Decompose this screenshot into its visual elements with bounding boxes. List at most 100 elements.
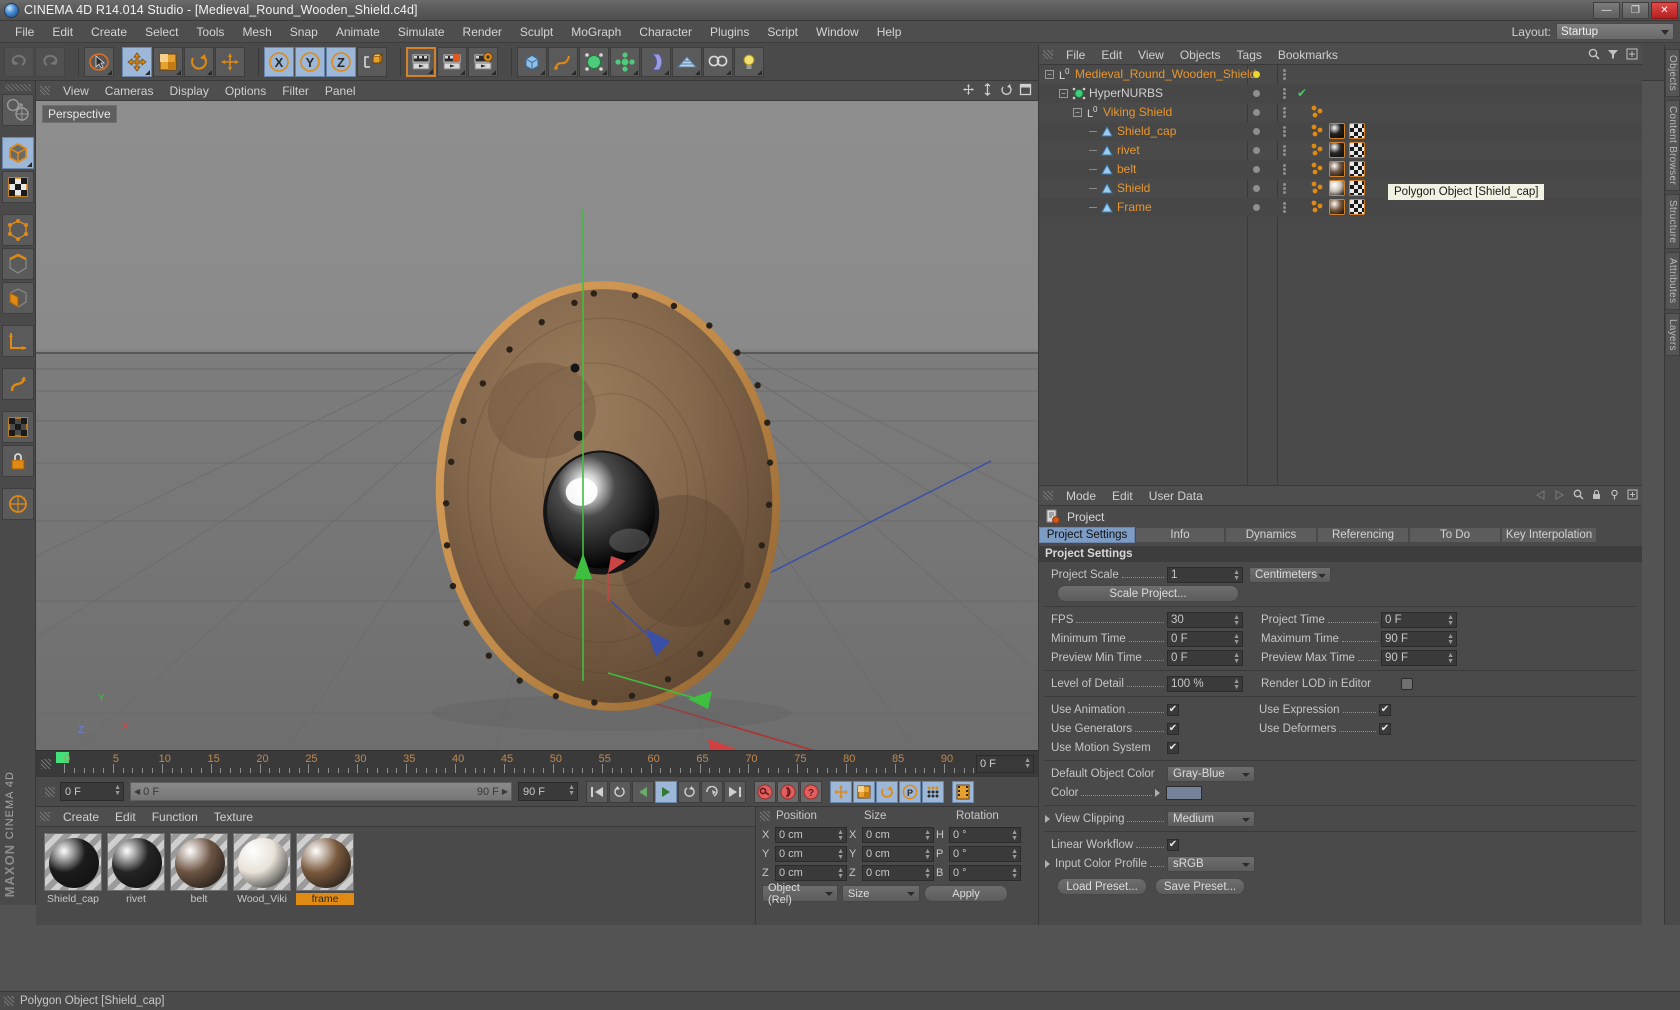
spinner-icon[interactable]: ▲ ▼ xyxy=(1233,569,1240,582)
move-axis-button[interactable] xyxy=(215,46,245,77)
camera-button[interactable] xyxy=(703,46,733,77)
expand-triangle-icon[interactable] xyxy=(1045,814,1050,823)
workplane-button[interactable] xyxy=(1,488,34,520)
go-to-next-key-button[interactable] xyxy=(678,780,700,803)
spinner-icon[interactable]: ▲ ▼ xyxy=(1011,867,1018,880)
spinner-icon[interactable]: ▲ ▼ xyxy=(1233,678,1240,691)
object-tree-row[interactable]: − L 0 Medieval_Round_Wooden_Shield xyxy=(1039,65,1642,84)
animation-mode-button[interactable] xyxy=(952,780,974,803)
uvw-tag-icon[interactable] xyxy=(1349,161,1365,177)
scale-project-button[interactable]: Scale Project... xyxy=(1057,585,1239,602)
tag-dots-icon[interactable] xyxy=(1311,200,1325,215)
coord-position-input[interactable]: 0 cm ▲ ▼ xyxy=(775,864,847,881)
render-region-button[interactable] xyxy=(437,46,467,77)
tree-expander[interactable]: − xyxy=(1045,70,1054,79)
expand-triangle-icon[interactable] xyxy=(1045,859,1050,868)
render-view-button[interactable] xyxy=(406,46,436,77)
viewport-3d-canvas[interactable]: Perspective Y X Z xyxy=(36,101,1038,750)
world-object-coordinate-button[interactable] xyxy=(357,46,387,77)
go-to-end-button[interactable] xyxy=(724,780,746,803)
spinner-icon[interactable]: ▲ ▼ xyxy=(924,829,931,842)
input-color-profile-dropdown[interactable]: sRGB xyxy=(1167,855,1255,872)
coord-size-input[interactable]: 0 cm ▲ ▼ xyxy=(862,826,934,843)
object-tree-row[interactable]: belt xyxy=(1039,160,1642,179)
axis-mode-button[interactable] xyxy=(1,325,34,357)
material-menu-create[interactable]: Create xyxy=(55,809,107,825)
spinner-icon[interactable]: ▲ ▼ xyxy=(1447,614,1454,627)
menu-script[interactable]: Script xyxy=(758,23,807,41)
tab-dynamics[interactable]: Dynamics xyxy=(1225,527,1317,543)
use-expression-checkbox[interactable]: ✔ xyxy=(1379,703,1391,716)
material-tag-icon[interactable] xyxy=(1329,161,1345,177)
object-tree-row[interactable]: − HyperNURBS ✔ xyxy=(1039,84,1642,103)
spline-pen-button[interactable] xyxy=(548,46,578,77)
search-icon[interactable] xyxy=(1573,489,1584,500)
bend-deformer-button[interactable] xyxy=(641,46,671,77)
object-menu-view[interactable]: View xyxy=(1130,47,1172,63)
visibility-dot[interactable] xyxy=(1253,185,1260,192)
render-lod-checkbox[interactable]: ✔ xyxy=(1401,677,1413,690)
material-item[interactable]: Wood_Viki xyxy=(233,833,291,905)
menu-sculpt[interactable]: Sculpt xyxy=(511,23,562,41)
timeline-ruler[interactable]: 0 5 10 15 20 25 30 35 40 45 50 55 60 65 70 75 80 85 90 xyxy=(56,750,985,777)
tab-key-interpolation[interactable]: Key Interpolation xyxy=(1501,527,1597,543)
object-menu-bookmarks[interactable]: Bookmarks xyxy=(1270,47,1346,63)
material-tag-icon[interactable] xyxy=(1329,180,1345,196)
preview-range-bar[interactable]: ◀ 0 F 90 F ▶ xyxy=(130,782,512,801)
material-thumbnail[interactable] xyxy=(296,833,354,891)
material-menu-edit[interactable]: Edit xyxy=(107,809,144,825)
tab-project-settings[interactable]: Project Settings xyxy=(1039,527,1135,543)
enable-axis-button[interactable] xyxy=(1,368,34,400)
visibility-dot[interactable] xyxy=(1253,204,1260,211)
uvw-tag-icon[interactable] xyxy=(1349,199,1365,215)
attr-menu-edit[interactable]: Edit xyxy=(1104,488,1141,504)
end-frame-field[interactable]: 90 F ▲ ▼ xyxy=(518,782,578,801)
tag-dots-icon[interactable] xyxy=(1311,105,1325,120)
tab-info[interactable]: Info xyxy=(1135,527,1225,543)
spinner-icon[interactable]: ▲ ▼ xyxy=(568,784,575,797)
linear-workflow-checkbox[interactable]: ✔ xyxy=(1167,838,1179,851)
menu-render[interactable]: Render xyxy=(454,23,511,41)
visibility-dot[interactable] xyxy=(1253,128,1260,135)
tree-expander[interactable]: − xyxy=(1073,108,1082,117)
material-thumbnail[interactable] xyxy=(233,833,291,891)
coord-rotation-input[interactable]: 0 ° ▲ ▼ xyxy=(949,826,1021,843)
editor-render-dots[interactable] xyxy=(1283,183,1286,194)
editor-render-dots[interactable] xyxy=(1283,202,1286,213)
go-to-start-button[interactable] xyxy=(586,780,608,803)
coordinates-grip[interactable] xyxy=(760,811,770,821)
spinner-icon[interactable]: ▲ ▼ xyxy=(1011,829,1018,842)
object-menu-edit[interactable]: Edit xyxy=(1093,47,1130,63)
object-menu-file[interactable]: File xyxy=(1058,47,1093,63)
tag-dots-icon[interactable] xyxy=(1311,143,1325,158)
uvw-tag-icon[interactable] xyxy=(1349,123,1365,139)
object-tree-row[interactable]: Shield_cap xyxy=(1039,122,1642,141)
spinner-icon[interactable]: ▲ ▼ xyxy=(837,829,844,842)
cube-primitive-button[interactable] xyxy=(517,46,547,77)
lock-x-axis-button[interactable]: X xyxy=(264,46,294,77)
material-tag-icon[interactable] xyxy=(1329,199,1345,215)
object-tree[interactable]: Polygon Object [Shield_cap] − L 0 Medieval_… xyxy=(1039,65,1642,485)
hypernurbs-button[interactable] xyxy=(579,46,609,77)
lock-icon[interactable] xyxy=(1591,489,1602,500)
material-thumbnail[interactable] xyxy=(107,833,165,891)
editor-render-dots[interactable] xyxy=(1283,126,1286,137)
viewport-solo-button[interactable] xyxy=(1,411,34,443)
attr-menu-mode[interactable]: Mode xyxy=(1058,488,1104,504)
right-tab-objects[interactable]: Objects xyxy=(1665,49,1680,98)
tab-to-do[interactable]: To Do xyxy=(1409,527,1501,543)
material-thumbnail[interactable] xyxy=(170,833,228,891)
coord-rotation-input[interactable]: 0 ° ▲ ▼ xyxy=(949,845,1021,862)
rotation-key-button[interactable] xyxy=(876,780,898,803)
save-preset-button[interactable]: Save Preset... xyxy=(1155,878,1245,895)
view-clipping-dropdown[interactable]: Medium xyxy=(1167,810,1255,827)
material-item[interactable]: Shield_cap xyxy=(44,833,102,905)
level-of-detail-input[interactable]: 100 % ▲ ▼ xyxy=(1167,675,1243,692)
enabled-check-icon[interactable]: ✔ xyxy=(1297,86,1307,100)
spinner-icon[interactable]: ▲ ▼ xyxy=(1024,757,1031,770)
editor-render-dots[interactable] xyxy=(1283,69,1286,80)
object-tree-row[interactable]: Frame xyxy=(1039,198,1642,217)
preview-min-time-input[interactable]: 0 F ▲ ▼ xyxy=(1167,649,1243,666)
tag-dots-icon[interactable] xyxy=(1311,162,1325,177)
project-scale-input[interactable]: 1 ▲ ▼ xyxy=(1167,566,1243,583)
